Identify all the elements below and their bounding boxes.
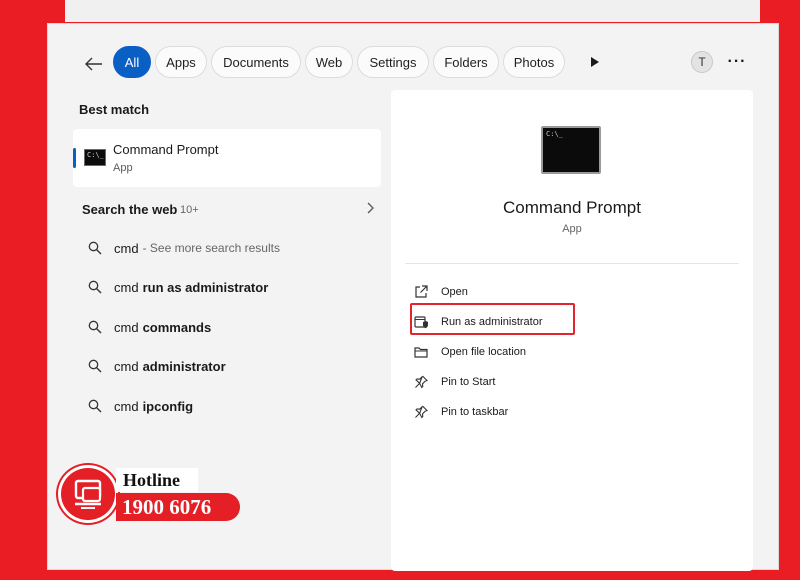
action-label: Pin to taskbar: [441, 406, 509, 418]
suggestion-query: cmd: [114, 398, 139, 414]
suggestion-query: cmd: [114, 240, 139, 256]
suggestion-completion: administrator: [142, 358, 226, 374]
tab-photos[interactable]: Photos: [503, 46, 565, 78]
pin-icon: [415, 405, 428, 419]
back-button[interactable]: [82, 52, 106, 76]
best-match-heading: Best match: [79, 102, 150, 117]
web-suggestion[interactable]: cmd - See more search results: [82, 236, 372, 260]
search-web-expand-button[interactable]: [363, 199, 377, 217]
avatar[interactable]: T: [691, 51, 713, 73]
suggestion-query: cmd: [114, 319, 139, 335]
hotline-label: Hotline: [123, 470, 180, 490]
tab-documents[interactable]: Documents: [211, 46, 301, 78]
action-pin-to-taskbar[interactable]: Pin to taskbar: [413, 401, 508, 423]
tab-settings[interactable]: Settings: [357, 46, 429, 78]
search-icon: [88, 359, 102, 373]
tab-all[interactable]: All: [113, 46, 151, 78]
hotline-logo: [58, 465, 118, 523]
best-match-result[interactable]: C:\_ Command Prompt App: [73, 129, 381, 187]
search-icon: [88, 399, 102, 413]
best-match-name: Command Prompt: [113, 142, 219, 157]
suggestion-completion: run as administrator: [142, 279, 269, 295]
action-open[interactable]: Open: [413, 281, 468, 303]
hotline-number[interactable]: 1900 6076: [122, 495, 211, 520]
selection-indicator: [73, 148, 76, 168]
support-desktop-icon: [74, 479, 102, 509]
suggestion-completion: commands: [142, 319, 212, 335]
window-top-edge: [65, 0, 760, 22]
action-label: Pin to Start: [441, 376, 496, 388]
detail-type: App: [562, 223, 582, 235]
hotline-banner: Hotline 1900 6076: [58, 462, 248, 526]
tab-folders[interactable]: Folders: [433, 46, 499, 78]
best-match-type: App: [113, 162, 133, 174]
action-label: Open: [441, 286, 468, 298]
tab-web[interactable]: Web: [305, 46, 353, 78]
highlight-box: [410, 303, 575, 335]
suggestion-query: cmd: [114, 279, 139, 295]
web-suggestion[interactable]: cmd ipconfig: [82, 394, 372, 418]
divider: [405, 263, 739, 264]
suggestion-query: cmd: [114, 358, 139, 374]
suggestion-hint: - See more search results: [142, 241, 280, 255]
tab-apps[interactable]: Apps: [155, 46, 207, 78]
play-icon: [590, 57, 599, 67]
web-suggestion[interactable]: cmd run as administrator: [82, 275, 372, 299]
cmd-app-icon: C:\_: [84, 149, 106, 166]
action-label: Open file location: [441, 346, 526, 358]
detail-title: Command Prompt: [503, 198, 641, 217]
more-filters-button[interactable]: [586, 54, 602, 70]
arrow-left-icon: [85, 57, 102, 71]
search-icon: [88, 280, 102, 294]
search-web-count: 10+: [180, 204, 199, 216]
suggestion-completion: ipconfig: [142, 398, 194, 414]
chevron-right-icon: [367, 202, 374, 214]
web-suggestion[interactable]: cmd administrator: [82, 354, 372, 378]
action-open-file-location[interactable]: Open file location: [413, 341, 526, 363]
folder-icon: [414, 346, 428, 358]
pin-icon: [415, 375, 428, 389]
open-external-icon: [415, 285, 428, 298]
search-web-heading: Search the web: [82, 202, 178, 217]
search-icon: [88, 241, 102, 255]
more-options-button[interactable]: ···: [724, 50, 750, 74]
web-suggestion[interactable]: cmd commands: [82, 315, 372, 339]
detail-panel: C:\_ Command Prompt App Open Run as admi…: [391, 90, 753, 571]
filter-bar: All Apps Documents Web Settings Folders …: [48, 46, 778, 82]
search-icon: [88, 320, 102, 334]
cmd-app-large-icon: C:\_: [541, 126, 601, 174]
action-pin-to-start[interactable]: Pin to Start: [413, 371, 495, 393]
